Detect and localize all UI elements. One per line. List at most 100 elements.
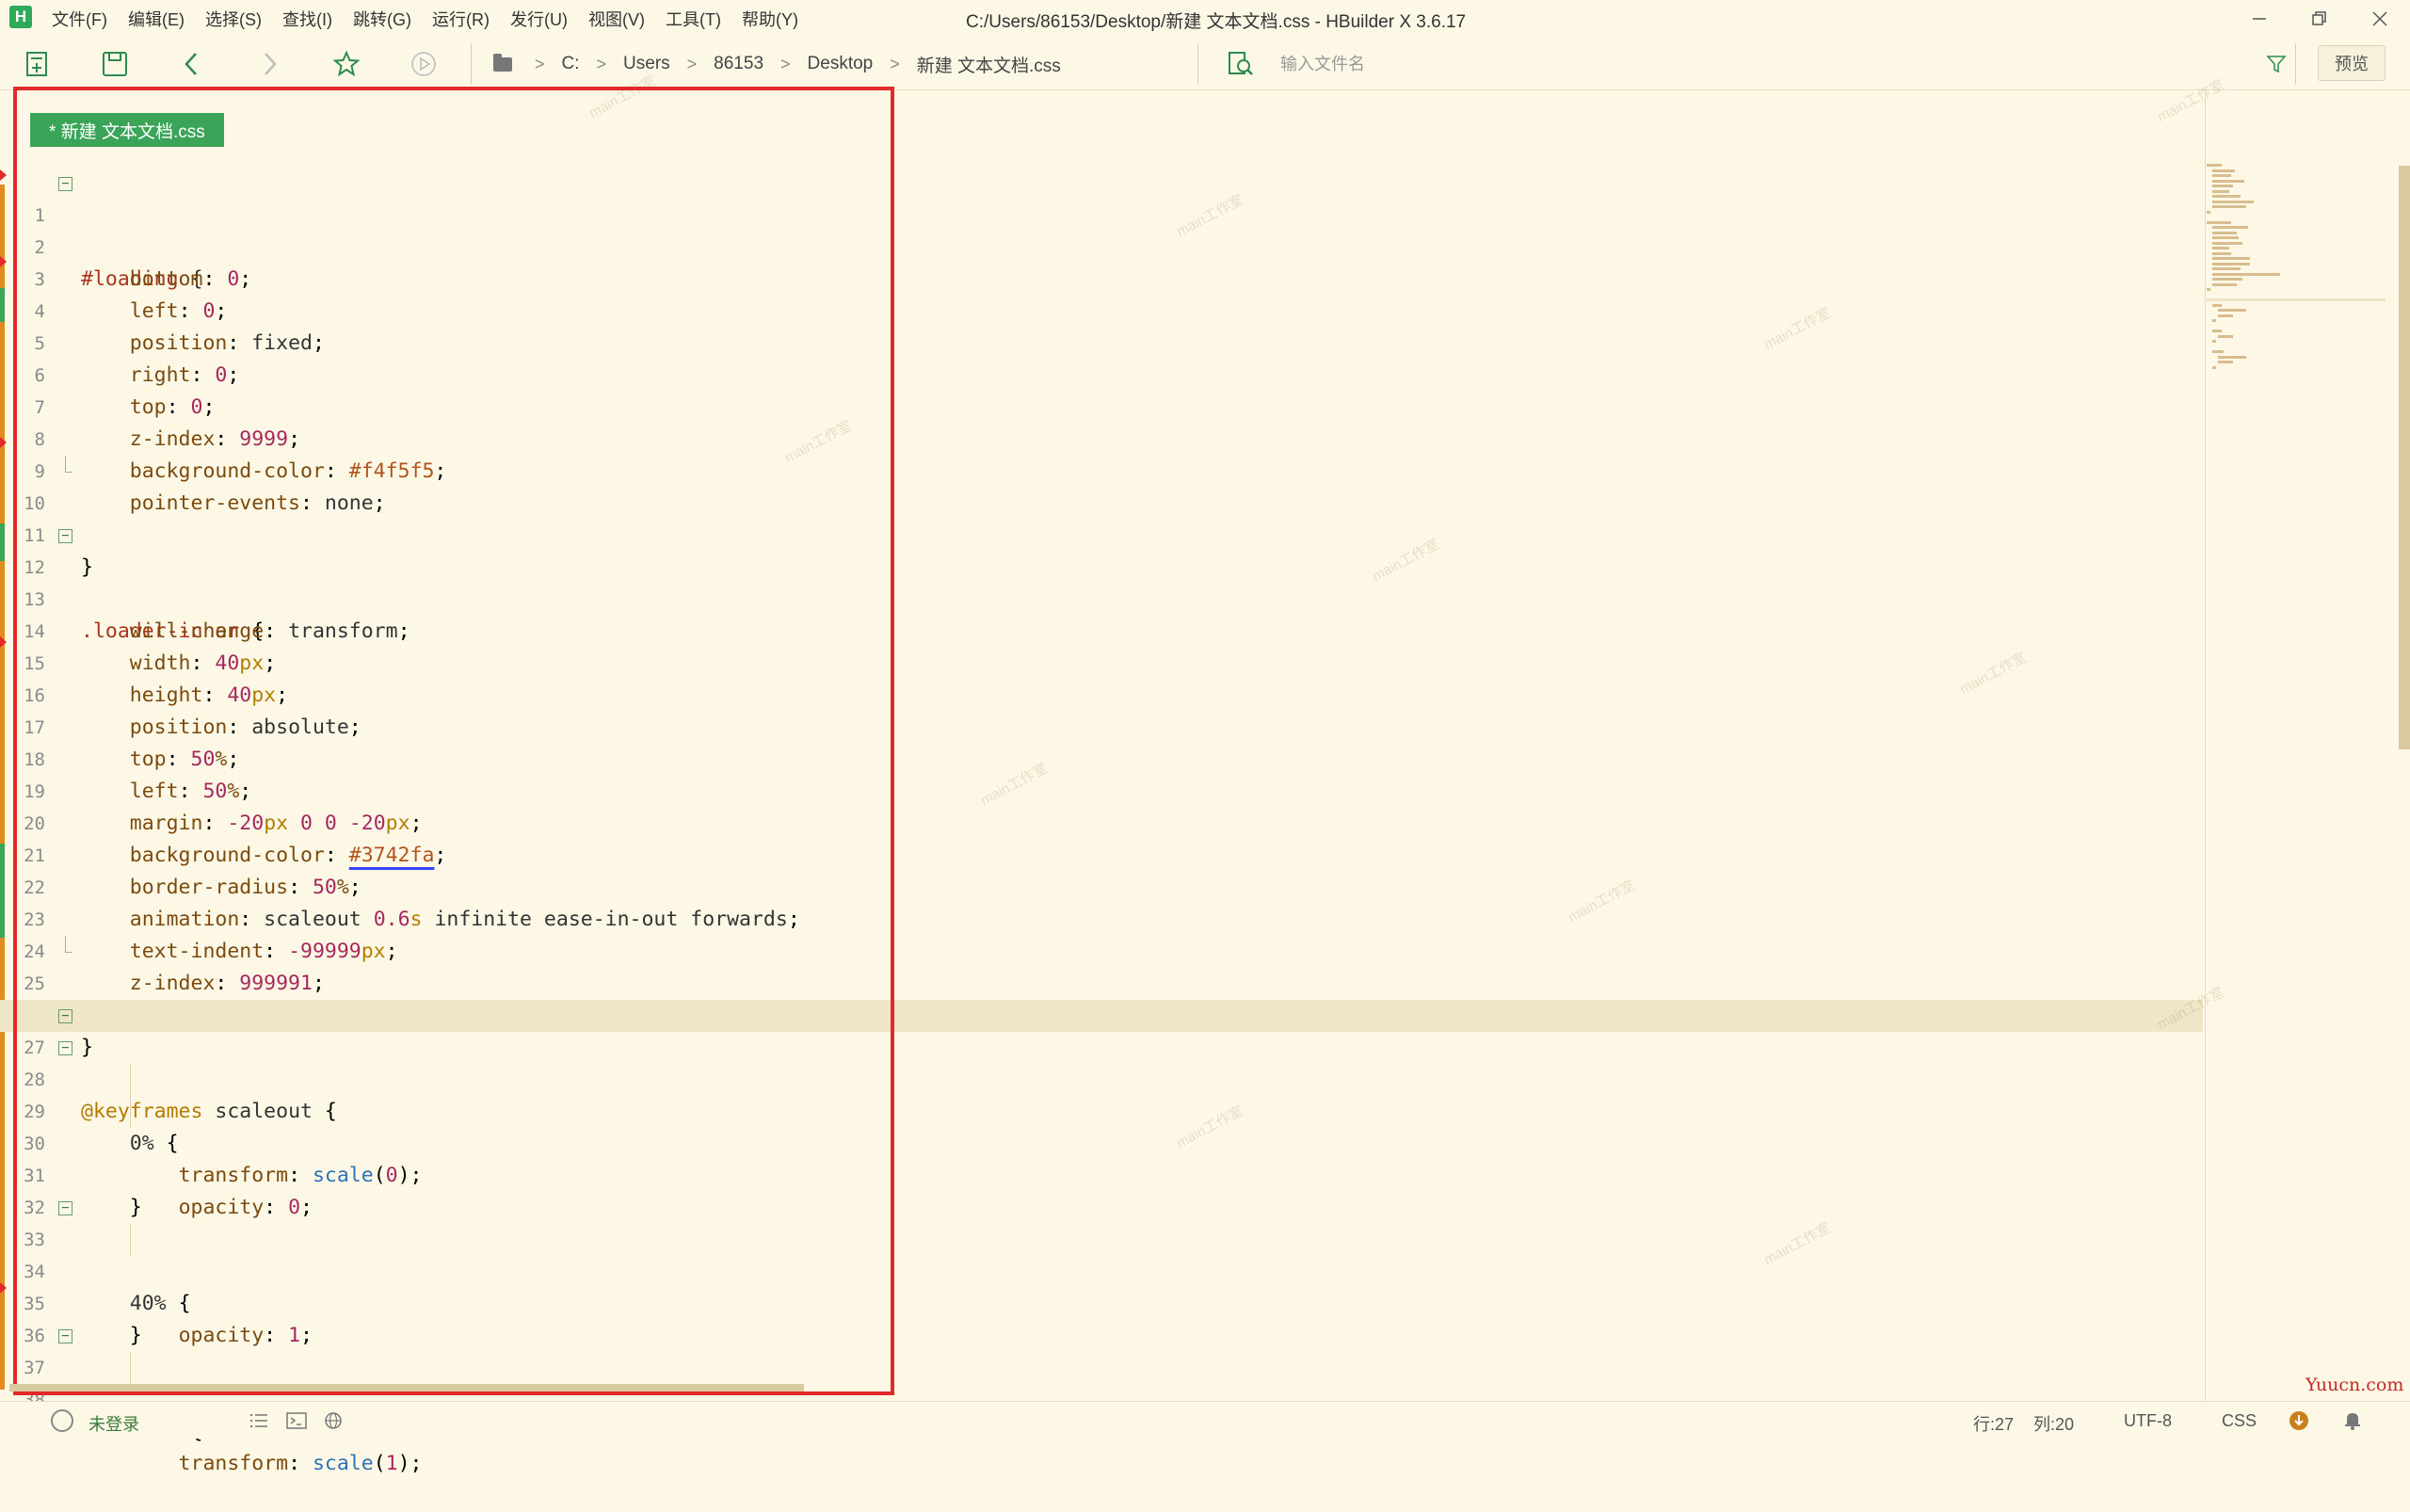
fold-toggle-icon[interactable]: − bbox=[58, 177, 72, 191]
code-line: 7 z-index: 9999; bbox=[0, 360, 2203, 451]
minimize-icon bbox=[2253, 18, 2266, 20]
minimap-line bbox=[2218, 334, 2233, 338]
forward-button[interactable] bbox=[252, 47, 286, 81]
minimap-line bbox=[2212, 174, 2231, 177]
vertical-scrollbar[interactable] bbox=[2399, 166, 2410, 749]
minimap-line bbox=[2212, 231, 2237, 234]
breadcrumb-item[interactable]: Users bbox=[623, 54, 670, 74]
fold-toggle-icon[interactable]: − bbox=[58, 1009, 72, 1023]
minimap-line bbox=[2212, 282, 2237, 286]
close-icon bbox=[2372, 11, 2387, 26]
download-button[interactable] bbox=[2288, 1409, 2310, 1437]
cursor-column[interactable]: 列:20 bbox=[2033, 1411, 2074, 1436]
minimap[interactable] bbox=[2207, 164, 2395, 446]
indent-guide bbox=[130, 1096, 131, 1128]
minimap-line bbox=[2212, 330, 2222, 332]
minimap-line bbox=[2212, 319, 2216, 322]
chevron-right-icon: > bbox=[890, 54, 900, 73]
code-line: 16 position: absolute; bbox=[0, 648, 2203, 739]
code-line: 20 background-color: #3742fa; bbox=[0, 776, 2203, 867]
file-search-input[interactable] bbox=[1278, 47, 2220, 81]
minimap-line bbox=[2207, 220, 2231, 224]
code-line: 25 } bbox=[0, 936, 2203, 1059]
search-file-icon bbox=[1224, 47, 1258, 81]
restore-button[interactable] bbox=[2290, 0, 2350, 38]
toolbar-divider bbox=[1197, 43, 1198, 85]
save-button[interactable] bbox=[98, 47, 132, 81]
outline-button[interactable] bbox=[249, 1411, 269, 1435]
window-controls bbox=[2229, 0, 2410, 38]
chevron-right-icon: > bbox=[780, 54, 791, 73]
run-button[interactable] bbox=[407, 47, 441, 81]
code-line: 11 bbox=[0, 488, 2203, 546]
menu-view[interactable]: 视图(V) bbox=[588, 7, 645, 31]
language-mode-selector[interactable]: CSS bbox=[2222, 1411, 2257, 1431]
menu-tools[interactable]: 工具(T) bbox=[666, 7, 721, 31]
login-status[interactable]: 未登录 bbox=[88, 1411, 139, 1436]
file-tab[interactable]: * 新建 文本文档.css bbox=[30, 113, 224, 147]
list-icon bbox=[250, 1414, 267, 1427]
code-line: 31 } bbox=[0, 1128, 2203, 1219]
minimap-line bbox=[2212, 200, 2254, 203]
code-line: 3 left: 0; bbox=[0, 232, 2203, 323]
minimap-divider bbox=[2205, 90, 2206, 1401]
breadcrumb-item[interactable]: Desktop bbox=[808, 54, 874, 74]
fold-toggle-icon[interactable]: − bbox=[58, 1041, 72, 1055]
chevron-right-icon: > bbox=[596, 54, 607, 73]
encoding-selector[interactable]: UTF-8 bbox=[2124, 1411, 2172, 1431]
filter-button[interactable] bbox=[2259, 47, 2293, 81]
site-watermark: Yuucn.com bbox=[2306, 1375, 2404, 1395]
code-line: 32 bbox=[0, 1160, 2203, 1218]
browser-button[interactable] bbox=[324, 1411, 346, 1435]
minimap-line bbox=[2212, 226, 2248, 229]
fold-toggle-icon[interactable]: − bbox=[58, 1329, 72, 1343]
breadcrumb: > C: > Users > 86153 > Desktop > 新建 文本文档… bbox=[493, 38, 1061, 90]
code-line: 18 left: 50%; bbox=[0, 712, 2203, 803]
menu-help[interactable]: 帮助(Y) bbox=[742, 7, 798, 31]
back-button[interactable] bbox=[175, 47, 209, 81]
breadcrumb-item[interactable]: 86153 bbox=[714, 54, 763, 74]
preview-button[interactable]: 预览 bbox=[2318, 45, 2386, 81]
code-line: 26 bbox=[0, 968, 2203, 1026]
code-line: 8 background-color: #f4f5f5; bbox=[0, 392, 2203, 483]
horizontal-scrollbar[interactable] bbox=[9, 1384, 804, 1391]
hbuilder-logo-icon: H bbox=[9, 6, 32, 28]
user-avatar-icon[interactable] bbox=[51, 1409, 73, 1432]
menu-find[interactable]: 查找(I) bbox=[282, 7, 332, 31]
notification-button[interactable] bbox=[2342, 1409, 2363, 1437]
minimap-viewport-line bbox=[2207, 298, 2386, 301]
new-file-button[interactable] bbox=[21, 47, 55, 81]
indent-guide bbox=[130, 1224, 131, 1256]
menu-run[interactable]: 运行(R) bbox=[432, 7, 490, 31]
play-icon bbox=[411, 52, 436, 76]
chevron-right-icon: > bbox=[686, 54, 698, 73]
filter-icon bbox=[2266, 56, 2287, 73]
code-line: 38 transform: scale(1); bbox=[0, 1352, 2203, 1475]
breadcrumb-item[interactable]: C: bbox=[562, 54, 580, 74]
cursor-row[interactable]: 行:27 bbox=[1973, 1411, 2014, 1436]
menu-publish[interactable]: 发行(U) bbox=[510, 7, 568, 31]
minimap-line bbox=[2212, 350, 2224, 353]
favorite-button[interactable] bbox=[329, 47, 363, 81]
minimap-line bbox=[2212, 185, 2233, 187]
star-icon bbox=[332, 50, 361, 77]
code-line: 33 − 40% { bbox=[0, 1192, 2203, 1315]
menu-goto[interactable]: 跳转(G) bbox=[353, 7, 411, 31]
terminal-button[interactable] bbox=[286, 1411, 307, 1435]
fold-end-marker bbox=[65, 456, 72, 473]
code-editor[interactable]: 1 − #loading { 2 bottom: 0; 3 left: 0; 4… bbox=[0, 168, 2203, 1475]
breadcrumb-item[interactable]: 新建 文本文档.css bbox=[917, 52, 1061, 77]
save-icon bbox=[103, 52, 127, 76]
current-code-line: 27 − @keyframes scaleout { bbox=[0, 1000, 2203, 1123]
editor-area[interactable]: * 新建 文本文档.css 1 − #loading { 2 bottom: 0… bbox=[0, 90, 2410, 1475]
menu-edit[interactable]: 编辑(E) bbox=[128, 7, 185, 31]
status-bar: 未登录 行:27 列:20 UTF-8 CSS bbox=[0, 1401, 2410, 1439]
menu-file[interactable]: 文件(F) bbox=[52, 7, 107, 31]
fold-toggle-icon[interactable]: − bbox=[58, 1201, 72, 1215]
fold-toggle-icon[interactable]: − bbox=[58, 529, 72, 543]
menu-select[interactable]: 选择(S) bbox=[205, 7, 262, 31]
close-button[interactable] bbox=[2350, 0, 2410, 38]
minimize-button[interactable] bbox=[2229, 0, 2290, 38]
restore-icon bbox=[2312, 11, 2326, 25]
code-line: 12 − .loader-inner { bbox=[0, 520, 2203, 643]
